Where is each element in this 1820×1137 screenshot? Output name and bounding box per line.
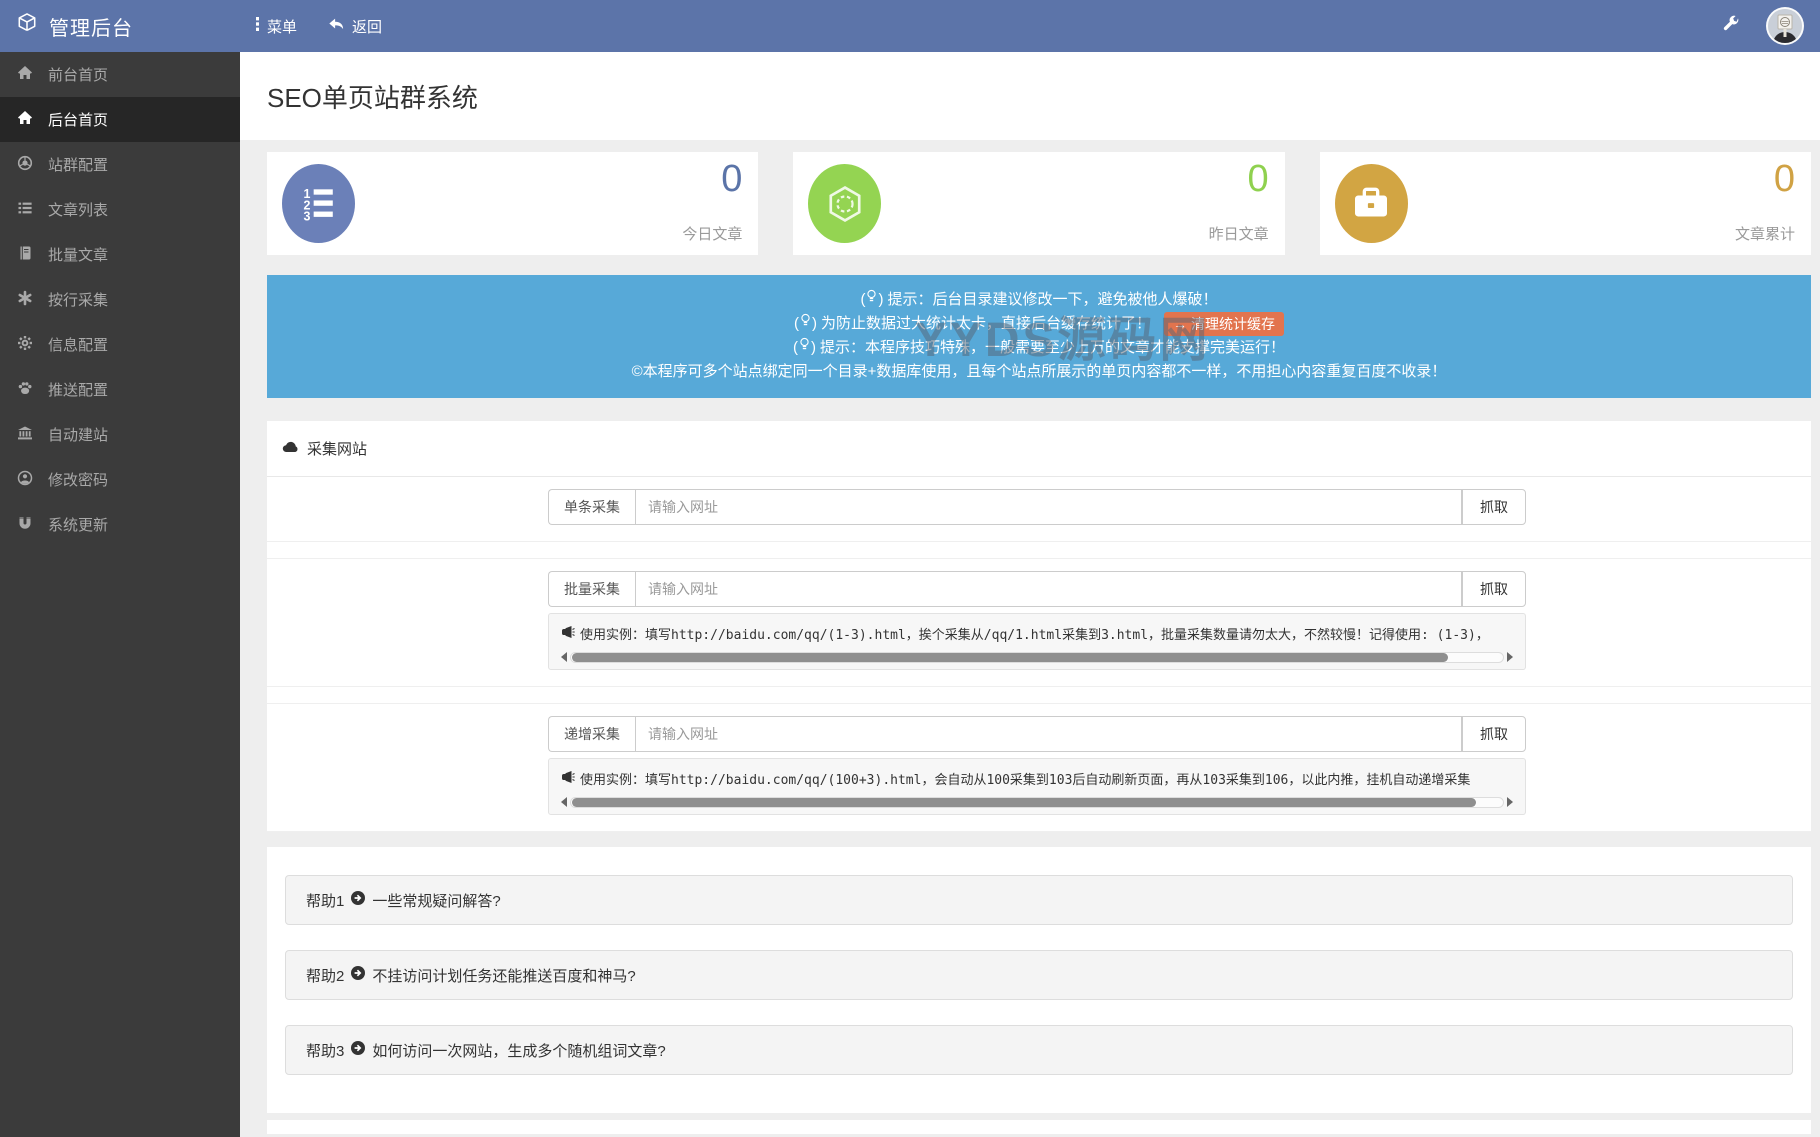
sidebar-item-system-update[interactable]: 系统更新	[0, 502, 240, 547]
scroll-left-arrow[interactable]	[561, 652, 567, 662]
scroll-right-arrow[interactable]	[1507, 652, 1513, 662]
back-label: 返回	[352, 16, 382, 37]
cloud-icon	[282, 440, 299, 457]
megaphone-icon	[561, 770, 575, 788]
ellipsis-v-icon	[255, 16, 260, 36]
capture-label: 递增采集	[548, 716, 635, 752]
sidebar-item-line-capture[interactable]: 按行采集	[0, 277, 240, 322]
app-title: 管理后台	[49, 12, 133, 41]
capture-label: 单条采集	[548, 489, 635, 525]
capture-row-batch: 批量采集 抓取 使用实例：填写http://baidu.com/qq/(1-3)…	[267, 558, 1811, 687]
stat-card-today: 123 0 今日文章	[267, 152, 758, 255]
asterisk-icon	[17, 290, 33, 310]
increment-capture-note: 使用实例：填写http://baidu.com/qq/(100+3).html，…	[548, 758, 1526, 815]
stat-card-yesterday: 0 昨日文章	[793, 152, 1284, 255]
sidebar-item-front-home[interactable]: 前台首页	[0, 52, 240, 97]
briefcase-icon	[1335, 164, 1408, 243]
main-content: SEO单页站群系统 123 0 今日文章 0 昨日文章	[240, 52, 1820, 1137]
scroll-left-arrow[interactable]	[561, 797, 567, 807]
sidebar-item-article-list[interactable]: 文章列表	[0, 187, 240, 232]
avatar[interactable]	[1766, 7, 1804, 45]
single-capture-input[interactable]	[635, 489, 1462, 525]
batch-capture-input[interactable]	[635, 571, 1462, 607]
sidebar-item-auto-site[interactable]: 自动建站	[0, 412, 240, 457]
list-icon	[17, 200, 33, 220]
increment-capture-button[interactable]: 抓取	[1462, 716, 1526, 752]
sidebar-item-sitegroup-config[interactable]: 站群配置	[0, 142, 240, 187]
svg-text:3: 3	[303, 209, 310, 223]
lightbulb-icon	[866, 288, 877, 312]
scrollbar-thumb[interactable]	[572, 653, 1448, 662]
book-icon	[17, 245, 33, 265]
batch-capture-note: 使用实例：填写http://baidu.com/qq/(1-3).html，挨个…	[548, 613, 1526, 670]
paw-icon	[17, 380, 33, 400]
arrow-circle-icon	[350, 890, 366, 910]
menu-button[interactable]: 菜单	[240, 0, 312, 52]
scrollbar-thumb[interactable]	[572, 798, 1476, 807]
capture-row-single: 单条采集 抓取	[267, 477, 1811, 542]
sidebar: 前台首页 后台首页 站群配置 文章列表 批量文章 按行采集 信息配置 推送配置 …	[0, 52, 240, 1137]
home-icon	[17, 65, 33, 85]
notice-line: () 为防止数据过大统计太卡，直接后台缓存统计了！ →清理统计缓存	[267, 312, 1811, 336]
sidebar-item-batch-articles[interactable]: 批量文章	[0, 232, 240, 277]
sidebar-item-admin-home[interactable]: 后台首页	[0, 97, 240, 142]
scroll-right-arrow[interactable]	[1507, 797, 1513, 807]
help-item-1[interactable]: 帮助1 一些常规疑问解答?	[285, 875, 1793, 925]
bank-icon	[17, 425, 33, 445]
capture-header: 采集网站	[307, 438, 367, 459]
arrow-right-icon: →	[1173, 316, 1187, 332]
sidebar-item-push-config[interactable]: 推送配置	[0, 367, 240, 412]
arrow-circle-icon	[350, 1040, 366, 1060]
wrench-icon[interactable]	[1722, 15, 1740, 38]
help-item-3[interactable]: 帮助3 如何访问一次网站，生成多个随机组词文章?	[285, 1025, 1793, 1075]
stat-value-total: 0	[1774, 158, 1795, 201]
megaphone-icon	[561, 625, 575, 643]
sidebar-item-change-password[interactable]: 修改密码	[0, 457, 240, 502]
stat-value-today: 0	[721, 158, 742, 201]
stat-value-yesterday: 0	[1248, 158, 1269, 201]
stat-label-total: 文章累计	[1735, 223, 1795, 244]
stats-row: 123 0 今日文章 0 昨日文章 0 文章累计	[267, 152, 1811, 255]
magnet-icon	[17, 515, 33, 535]
menu-label: 菜单	[267, 16, 297, 37]
capture-label: 批量采集	[548, 571, 635, 607]
notice-banner: () 提示：后台目录建议修改一下，避免被他人爆破！ () 为防止数据过大统计太卡…	[267, 275, 1811, 398]
lightbulb-icon	[800, 312, 811, 336]
home-icon	[17, 110, 33, 130]
increment-capture-input[interactable]	[635, 716, 1462, 752]
reply-arrow-icon	[327, 16, 345, 36]
horizontal-scrollbar[interactable]	[561, 651, 1513, 663]
batch-capture-button[interactable]: 抓取	[1462, 571, 1526, 607]
capture-panel: 采集网站 单条采集 抓取 批量采集 抓取 使用实例：填	[267, 421, 1811, 832]
notice-line: () 提示：本程序技巧特殊，一般需要至少上万的文章才能支撑完美运行！	[267, 336, 1811, 360]
notice-line: () 提示：后台目录建议修改一下，避免被他人爆破！	[267, 288, 1811, 312]
capture-row-increment: 递增采集 抓取 使用实例：填写http://baidu.com/qq/(100+…	[267, 703, 1811, 832]
ordered-list-icon: 123	[282, 164, 355, 243]
next-panel-edge	[267, 1120, 1811, 1134]
seal-icon	[808, 164, 881, 243]
cube-icon	[16, 12, 38, 40]
help-item-2[interactable]: 帮助2 不挂访问计划任务还能推送百度和神马?	[285, 950, 1793, 1000]
user-circle-icon	[17, 470, 33, 490]
stat-card-total: 0 文章累计	[1320, 152, 1811, 255]
notice-line: ©本程序可多个站点绑定同一个目录+数据库使用，且每个站点所展示的单页内容都不一样…	[267, 360, 1811, 384]
stat-label-today: 今日文章	[682, 223, 742, 244]
app-logo[interactable]: 管理后台	[0, 12, 240, 41]
stat-label-yesterday: 昨日文章	[1209, 223, 1269, 244]
globe-icon	[17, 155, 33, 175]
help-panel: 帮助1 一些常规疑问解答? 帮助2 不挂访问计划任务还能推送百度和神马? 帮助3…	[267, 847, 1811, 1113]
clear-cache-button[interactable]: →清理统计缓存	[1164, 312, 1284, 336]
single-capture-button[interactable]: 抓取	[1462, 489, 1526, 525]
horizontal-scrollbar[interactable]	[561, 796, 1513, 808]
page-title: SEO单页站群系统	[267, 78, 478, 115]
back-button[interactable]: 返回	[312, 0, 397, 52]
gear-icon	[17, 335, 33, 355]
topbar: 管理后台 菜单 返回	[0, 0, 1820, 52]
sidebar-item-info-config[interactable]: 信息配置	[0, 322, 240, 367]
lightbulb-icon	[799, 336, 810, 360]
arrow-circle-icon	[350, 965, 366, 985]
